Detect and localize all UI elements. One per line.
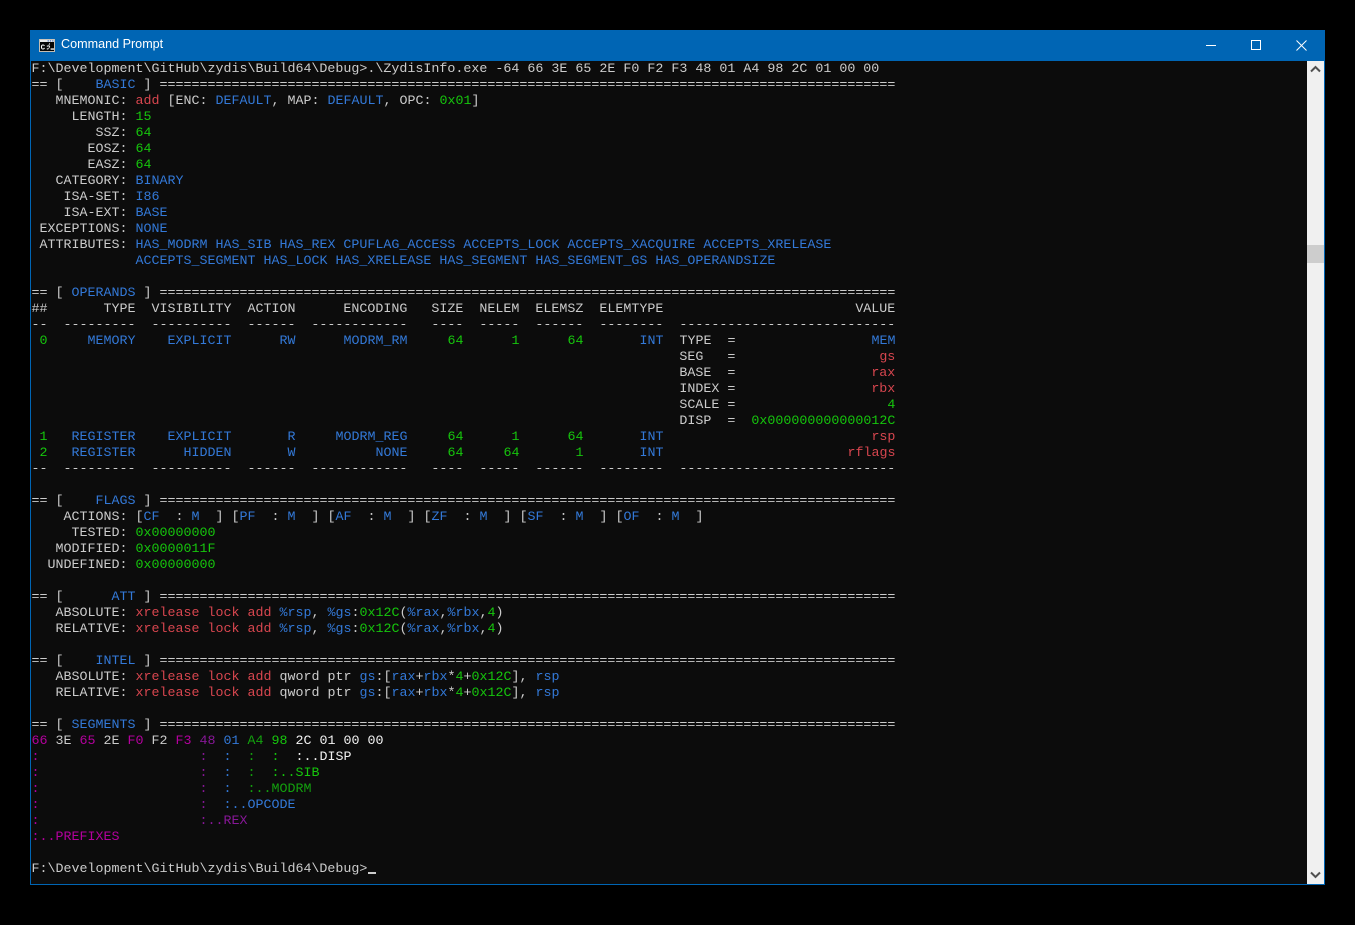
svg-text:C:: C: [41, 44, 50, 52]
